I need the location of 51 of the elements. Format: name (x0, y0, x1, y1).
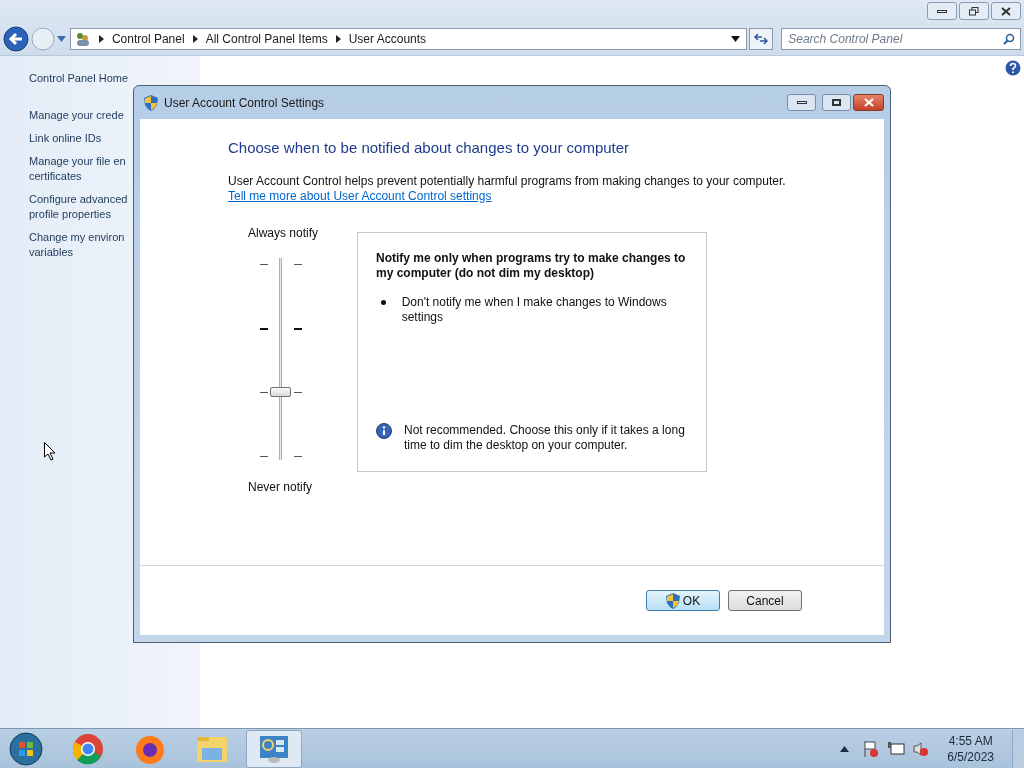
back-icon[interactable] (3, 26, 29, 52)
warning-note: Not recommended. Choose this only if it takes a long time to dim the desktop on your computer. (404, 422, 686, 453)
restore-icon (969, 6, 979, 16)
bullet-text: Don't notify me when I make changes to Windows settings (401, 294, 668, 325)
dialog-heading: Choose when to be notified about changes to your computer (228, 138, 631, 158)
bullet-icon (381, 299, 386, 305)
close-icon (1001, 6, 1011, 16)
chevron-right-icon[interactable] (192, 35, 198, 43)
info-icon (376, 422, 392, 439)
help-icon[interactable] (1005, 60, 1021, 76)
cancel-button[interactable]: Cancel (728, 590, 802, 611)
flag-error-icon[interactable] (863, 739, 880, 758)
shield-icon (144, 94, 158, 111)
clock-date[interactable]: 6/5/2023 (947, 748, 994, 765)
sidebar-link[interactable]: Control Panel Home (29, 71, 200, 86)
clock-time[interactable]: 4:55 AM (948, 732, 993, 749)
shield-icon (665, 592, 680, 609)
users-icon (74, 31, 91, 47)
restore-button[interactable] (959, 2, 989, 20)
speaker-muted-icon[interactable] (913, 740, 930, 757)
slider-top-label: Always notify (248, 224, 319, 242)
mouse-cursor-icon (44, 442, 56, 461)
close-button[interactable] (991, 2, 1021, 20)
close-icon (863, 98, 874, 107)
refresh-button[interactable] (749, 28, 774, 50)
slider-thumb[interactable] (270, 386, 291, 397)
help-link[interactable]: Tell me more about User Account Control settings (228, 188, 492, 204)
slider-bottom-label: Never notify (248, 478, 313, 496)
minimize-button[interactable] (927, 2, 957, 20)
network-icon[interactable] (887, 740, 906, 757)
chevron-right-icon[interactable] (335, 35, 341, 43)
search-field[interactable]: Search Control Panel (781, 28, 1021, 50)
maximize-button[interactable] (822, 94, 851, 111)
breadcrumb-item[interactable]: Control Panel (111, 30, 185, 48)
search-icon[interactable] (1003, 33, 1015, 45)
chevron-right-icon[interactable] (98, 35, 104, 43)
address-bar[interactable]: Control Panel All Control Panel Items User Accounts (69, 28, 748, 50)
minimize-button[interactable] (787, 94, 816, 111)
start-button[interactable] (6, 730, 46, 767)
control-panel-icon (258, 733, 290, 764)
dialog-title: User Account Control Settings (164, 94, 325, 112)
show-hidden-icons-icon[interactable] (840, 745, 850, 752)
breadcrumb-item[interactable]: All Control Panel Items (205, 30, 328, 48)
dropdown-caret-icon[interactable] (731, 36, 741, 42)
breadcrumb-item[interactable]: User Accounts (348, 30, 427, 48)
refresh-icon (754, 33, 769, 45)
close-button[interactable] (853, 94, 884, 111)
intro-text: User Account Control helps prevent potentially harmful programs from making changes to your computer. (228, 173, 787, 189)
description-title: Notify me only when programs try to make changes to my computer (do not dim my desktop) (376, 250, 687, 281)
taskbar-control-panel-button[interactable] (246, 729, 302, 768)
ok-button[interactable]: OK (646, 590, 720, 611)
